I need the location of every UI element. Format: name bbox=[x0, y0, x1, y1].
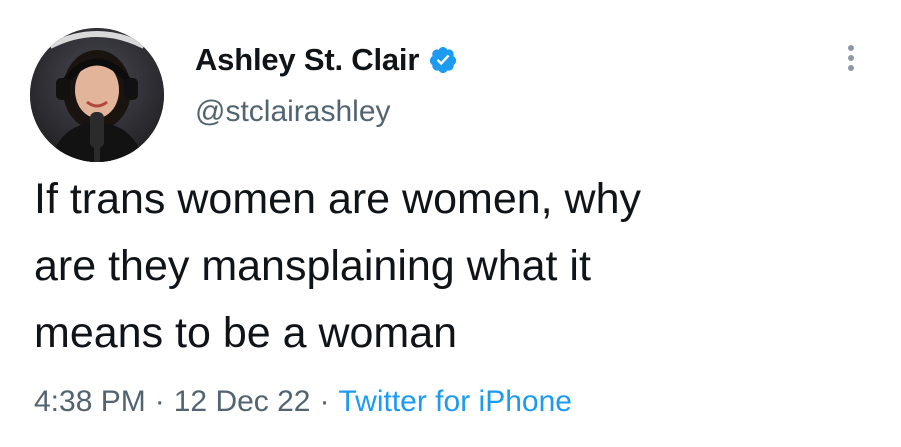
tweet-card: Ashley St. Clair @stclairashley If trans… bbox=[0, 0, 901, 447]
tweet-meta: 4:38 PM · 12 Dec 22 · Twitter for iPhone bbox=[34, 385, 572, 419]
tweet-time[interactable]: 4:38 PM bbox=[34, 385, 146, 419]
more-options-icon-dot bbox=[848, 55, 854, 61]
tweet-text: If trans women are women, why are they m… bbox=[34, 175, 642, 357]
avatar-photo bbox=[30, 28, 164, 162]
author-name-row: Ashley St. Clair bbox=[195, 40, 458, 80]
meta-separator: · bbox=[319, 385, 330, 418]
author-display-name[interactable]: Ashley St. Clair bbox=[195, 42, 419, 78]
tweet-date[interactable]: 12 Dec 22 bbox=[174, 385, 311, 419]
more-options-icon bbox=[848, 45, 854, 51]
avatar[interactable] bbox=[30, 28, 164, 162]
meta-separator: · bbox=[154, 385, 165, 418]
more-options-icon-dot bbox=[848, 65, 854, 71]
more-options-button[interactable] bbox=[836, 38, 866, 78]
verified-badge-icon bbox=[428, 45, 458, 75]
author-handle[interactable]: @stclairashley bbox=[195, 95, 391, 129]
tweet-source-link[interactable]: Twitter for iPhone bbox=[339, 385, 572, 419]
